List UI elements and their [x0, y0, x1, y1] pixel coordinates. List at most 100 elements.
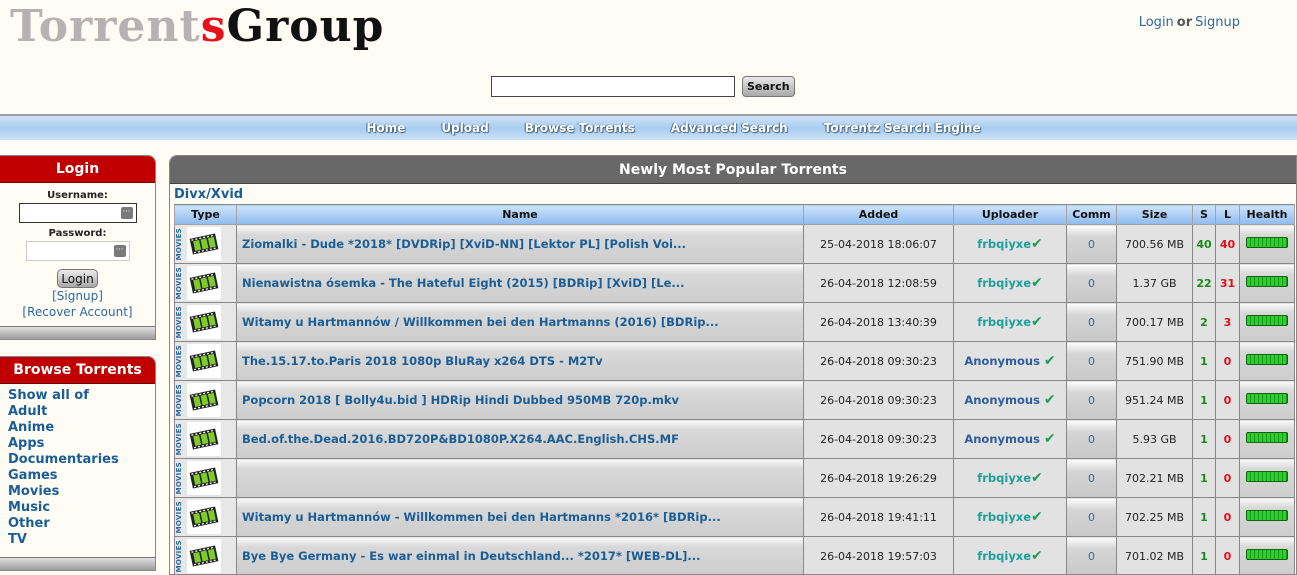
nav-home[interactable]: Home — [366, 116, 405, 140]
film-reel-icon[interactable] — [187, 266, 221, 300]
login-button[interactable]: Login — [57, 269, 97, 288]
nav-torrentz-search-engine[interactable]: Torrentz Search Engine — [824, 116, 981, 140]
category-games[interactable]: Games — [8, 468, 155, 484]
type-label: MOVIES — [175, 306, 185, 338]
category-music[interactable]: Music — [8, 500, 155, 516]
col-uploader[interactable]: Uploader — [954, 205, 1067, 225]
col-leechers[interactable]: L — [1216, 205, 1240, 225]
type-label: MOVIES — [175, 540, 185, 572]
type-cell[interactable]: MOVIES — [175, 537, 237, 575]
film-reel-icon[interactable] — [187, 227, 221, 261]
or-text: or — [1177, 15, 1192, 30]
password-field[interactable]: ··· — [26, 241, 130, 261]
film-reel-icon[interactable] — [187, 500, 221, 534]
category-heading-link[interactable]: Divx/Xvid — [174, 187, 243, 202]
search-input[interactable] — [491, 76, 735, 97]
uploader-cell: Anonymous ✔ — [954, 420, 1067, 459]
checkmark-icon: ✔ — [1044, 431, 1056, 447]
uploader-link[interactable]: frbqiyxe — [977, 237, 1031, 251]
password-manager-icon[interactable]: ··· — [121, 207, 133, 219]
comments-cell[interactable]: 0 — [1067, 420, 1117, 459]
film-reel-icon[interactable] — [187, 344, 221, 378]
seeders-cell: 1 — [1193, 537, 1216, 575]
comments-cell[interactable]: 0 — [1067, 225, 1117, 264]
type-label: MOVIES — [175, 462, 185, 494]
comments-cell[interactable]: 0 — [1067, 303, 1117, 342]
col-type[interactable]: Type — [175, 205, 237, 225]
type-cell[interactable]: MOVIES — [175, 264, 237, 303]
col-health[interactable]: Health — [1240, 205, 1295, 225]
type-cell[interactable]: MOVIES — [175, 498, 237, 537]
nav-browse-torrents[interactable]: Browse Torrents — [525, 116, 635, 140]
comments-cell[interactable]: 0 — [1067, 498, 1117, 537]
search-form: Search — [491, 76, 795, 97]
comments-cell[interactable]: 0 — [1067, 264, 1117, 303]
uploader-link[interactable]: Anonymous — [964, 354, 1044, 368]
comments-cell[interactable]: 0 — [1067, 459, 1117, 498]
type-cell[interactable]: MOVIES — [175, 303, 237, 342]
comments-cell[interactable]: 0 — [1067, 342, 1117, 381]
torrent-name-link[interactable]: Bed.of.the.Dead.2016.BD720P&BD1080P.X264… — [242, 432, 679, 446]
seeders-cell: 1 — [1193, 459, 1216, 498]
type-cell[interactable]: MOVIES — [175, 420, 237, 459]
site-logo[interactable]: TorrentsGroup — [10, 2, 384, 52]
recover-account-link[interactable]: [Recover Account] — [22, 305, 132, 319]
leechers-cell: 0 — [1216, 420, 1240, 459]
leechers-cell: 3 — [1216, 303, 1240, 342]
checkmark-icon: ✔ — [1031, 509, 1043, 525]
password-manager-icon[interactable]: ··· — [114, 245, 126, 257]
col-seeders[interactable]: S — [1193, 205, 1216, 225]
uploader-link[interactable]: Anonymous — [964, 432, 1044, 446]
signup-link[interactable]: Signup — [1195, 15, 1240, 30]
search-button[interactable]: Search — [742, 76, 795, 97]
health-bar-icon — [1246, 315, 1288, 326]
category-movies[interactable]: Movies — [8, 484, 155, 500]
uploader-link[interactable]: frbqiyxe — [977, 471, 1031, 485]
film-reel-icon[interactable] — [187, 305, 221, 339]
torrent-name-link[interactable]: Popcorn 2018 [ Bolly4u.bid ] HDRip Hindi… — [242, 393, 679, 407]
added-cell: 26-04-2018 09:30:23 — [804, 420, 954, 459]
size-cell: 5.93 GB — [1117, 420, 1193, 459]
login-link[interactable]: Login — [1139, 15, 1174, 30]
uploader-link[interactable]: frbqiyxe — [977, 549, 1031, 563]
col-size[interactable]: Size — [1117, 205, 1193, 225]
type-cell[interactable]: MOVIES — [175, 225, 237, 264]
uploader-link[interactable]: frbqiyxe — [977, 510, 1031, 524]
torrent-name-link[interactable]: Witamy u Hartmannów - Willkommen bei den… — [242, 510, 721, 524]
uploader-link[interactable]: frbqiyxe — [977, 315, 1031, 329]
film-reel-icon[interactable] — [187, 461, 221, 495]
type-cell[interactable]: MOVIES — [175, 381, 237, 420]
comments-cell[interactable]: 0 — [1067, 381, 1117, 420]
table-header-row: Type Name Added Uploader Comm Size S L H… — [175, 205, 1295, 225]
uploader-link[interactable]: frbqiyxe — [977, 276, 1031, 290]
nav-advanced-search[interactable]: Advanced Search — [671, 116, 788, 140]
category-documentaries[interactable]: Documentaries — [8, 452, 155, 468]
uploader-link[interactable]: Anonymous — [964, 393, 1044, 407]
category-show-all[interactable]: Show all of — [8, 388, 155, 404]
torrent-name-link[interactable]: Nienawistna ósemka - The Hateful Eight (… — [242, 276, 685, 290]
torrent-name-link[interactable]: Bye Bye Germany - Es war einmal in Deuts… — [242, 549, 700, 563]
film-reel-icon[interactable] — [187, 539, 221, 573]
col-added[interactable]: Added — [804, 205, 954, 225]
signup-link-sidebar[interactable]: [Signup] — [52, 289, 103, 303]
film-reel-icon[interactable] — [187, 422, 221, 456]
nav-upload[interactable]: Upload — [441, 116, 488, 140]
health-bar-icon — [1246, 432, 1288, 443]
uploader-cell: frbqiyxe✔ — [954, 303, 1067, 342]
col-name[interactable]: Name — [237, 205, 804, 225]
type-cell[interactable]: MOVIES — [175, 342, 237, 381]
category-other[interactable]: Other — [8, 516, 155, 532]
category-anime[interactable]: Anime — [8, 420, 155, 436]
category-apps[interactable]: Apps — [8, 436, 155, 452]
col-comm[interactable]: Comm — [1067, 205, 1117, 225]
torrent-name-link[interactable]: Witamy u Hartmannów / Willkommen bei den… — [242, 315, 719, 329]
torrent-name-link[interactable]: Ziomalki - Dude *2018* [DVDRip] [XviD-NN… — [242, 237, 686, 251]
type-cell[interactable]: MOVIES — [175, 459, 237, 498]
health-bar-icon — [1246, 237, 1288, 248]
comments-cell[interactable]: 0 — [1067, 537, 1117, 575]
category-tv[interactable]: TV — [8, 532, 155, 548]
category-adult[interactable]: Adult — [8, 404, 155, 420]
username-field[interactable]: ··· — [19, 203, 137, 223]
torrent-name-link[interactable]: The.15.17.to.Paris 2018 1080p BluRay x26… — [242, 354, 603, 368]
film-reel-icon[interactable] — [187, 383, 221, 417]
